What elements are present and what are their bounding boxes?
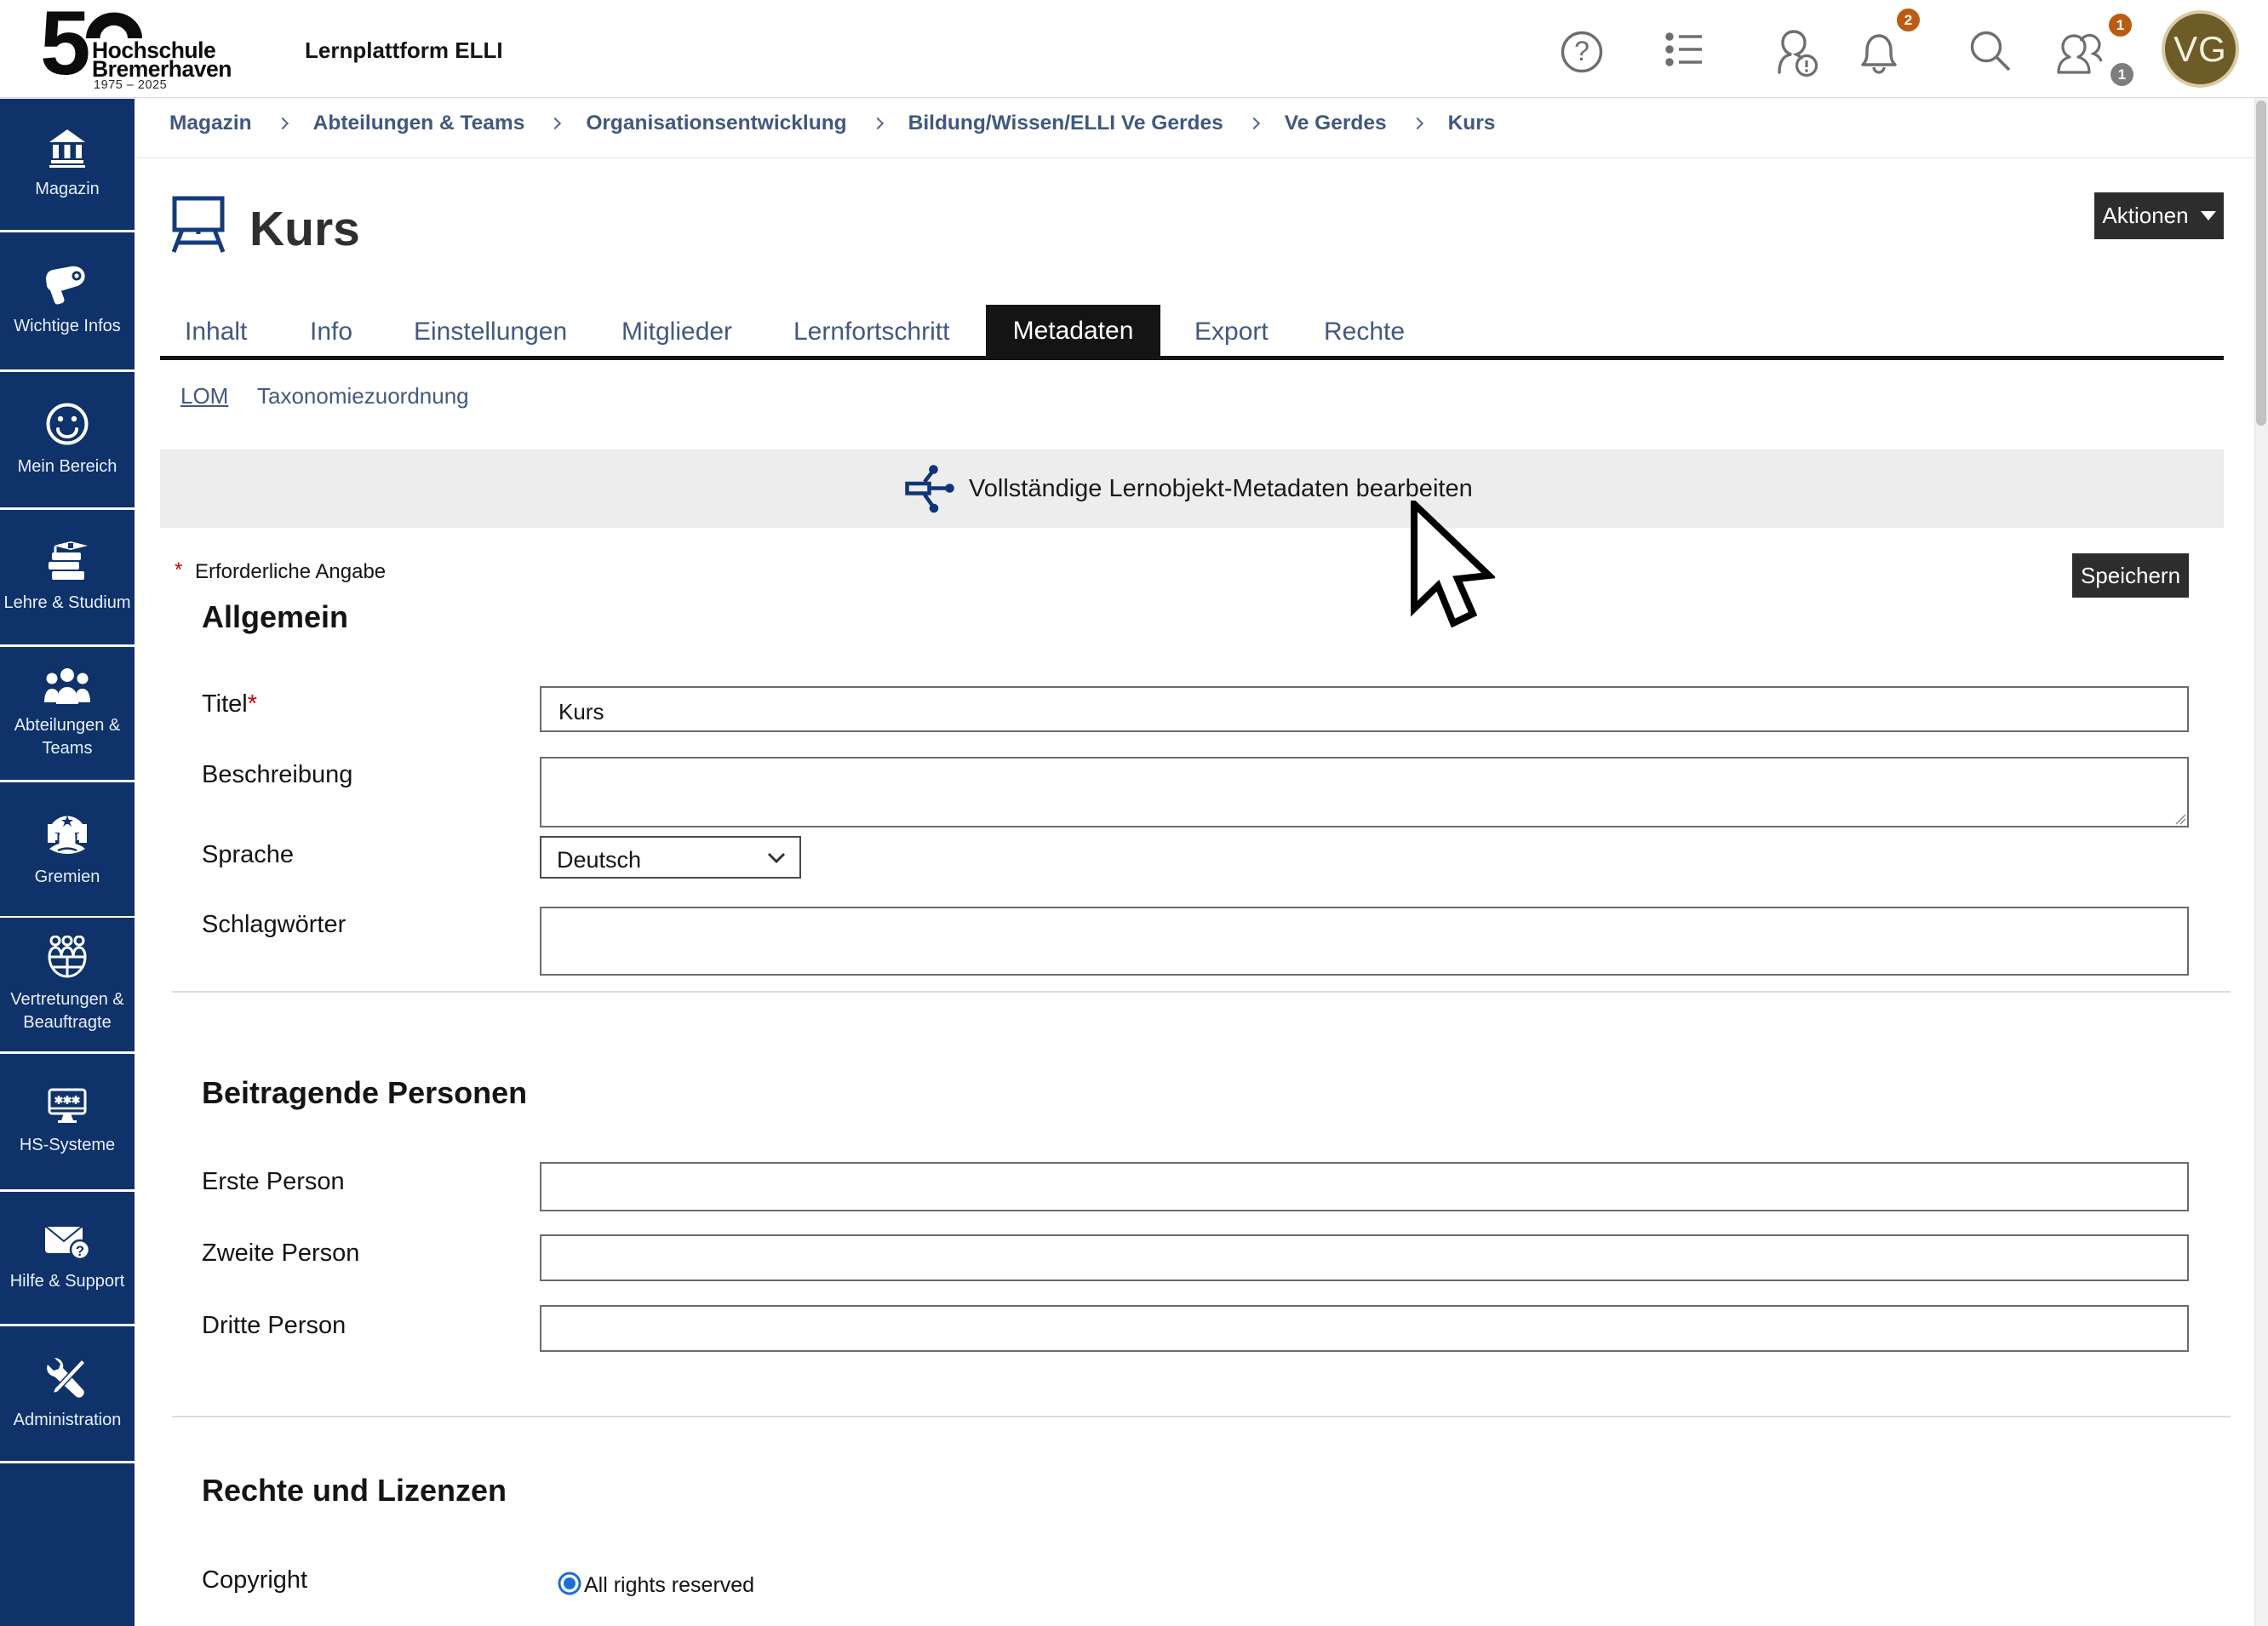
svg-text:?: ? bbox=[76, 1243, 84, 1259]
